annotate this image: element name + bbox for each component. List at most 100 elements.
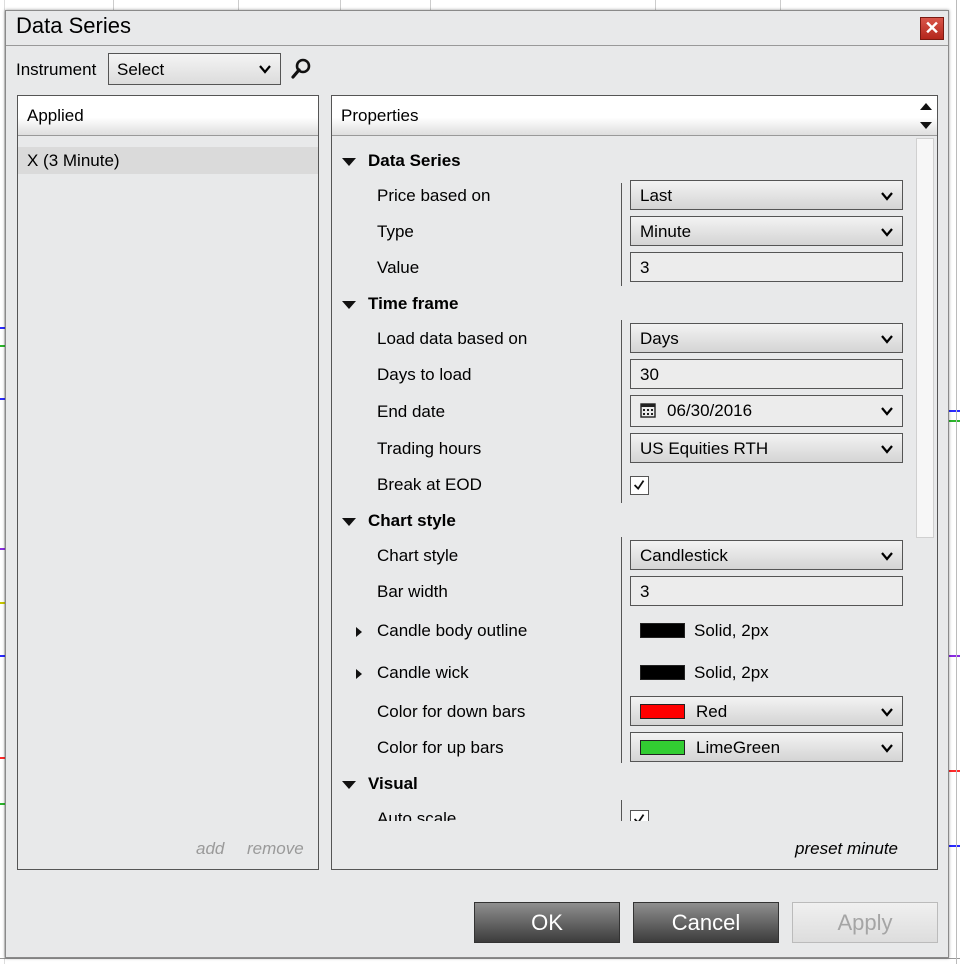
- chevron-down-icon: [881, 744, 893, 753]
- search-icon[interactable]: [290, 58, 312, 80]
- checkmark-icon: [633, 814, 645, 821]
- dropdown-value: US Equities RTH: [640, 439, 769, 458]
- chevron-down-icon: [881, 708, 893, 717]
- prop-label-value: Value: [377, 258, 420, 277]
- applied-item-label: X (3 Minute): [27, 151, 120, 170]
- prop-label-auto-scale: Auto scale: [377, 809, 457, 821]
- add-link[interactable]: add: [196, 839, 224, 859]
- prop-label-type: Type: [377, 222, 414, 241]
- instrument-select[interactable]: Select: [108, 53, 281, 85]
- chevron-down-icon: [881, 407, 893, 416]
- color-up-bars-dropdown[interactable]: LimeGreen: [630, 732, 903, 762]
- stroke-value[interactable]: Solid, 2px: [694, 621, 769, 641]
- category-label: Chart style: [368, 511, 456, 530]
- column-divider: [621, 800, 622, 821]
- column-divider: [621, 320, 622, 503]
- load-data-based-on-dropdown[interactable]: Days: [630, 323, 903, 353]
- dropdown-value: Minute: [640, 222, 692, 241]
- dropdown-value: Last: [640, 186, 673, 205]
- color-swatch: [640, 704, 685, 719]
- collapsed-triangle-icon[interactable]: [354, 626, 364, 638]
- chart-series-line: [949, 655, 960, 657]
- title-bar[interactable]: Data Series ✕: [6, 11, 948, 45]
- input-value: 30: [640, 365, 659, 384]
- color-swatch: [640, 740, 685, 755]
- instrument-label: Instrument: [16, 60, 97, 79]
- prop-label-candle-body-outline: Candle body outline: [377, 621, 528, 640]
- chart-gridline: [113, 0, 114, 10]
- expanded-triangle-icon: [342, 781, 356, 789]
- prop-label-chart-style: Chart style: [377, 546, 459, 565]
- dropdown-value: Days: [640, 329, 679, 348]
- vertical-scrollbar[interactable]: [915, 138, 935, 868]
- remove-link[interactable]: remove: [247, 839, 304, 859]
- prop-label-load-data-based-on: Load data based on: [377, 329, 528, 348]
- dropdown-value: Red: [696, 702, 728, 721]
- chevron-down-icon: [881, 552, 893, 561]
- prop-label-bar-width: Bar width: [377, 582, 448, 601]
- column-divider: [621, 537, 622, 763]
- apply-button[interactable]: Apply: [792, 902, 938, 943]
- calendar-icon: [640, 403, 656, 418]
- cancel-button[interactable]: Cancel: [633, 902, 779, 943]
- category-label: Time frame: [368, 294, 459, 313]
- chevron-down-icon: [881, 228, 893, 237]
- checkmark-icon: [633, 480, 645, 491]
- prop-label-break-at-eod: Break at EOD: [377, 475, 482, 494]
- chart-gridline: [956, 0, 957, 964]
- price-based-on-dropdown[interactable]: Last: [630, 180, 903, 210]
- category-label: Visual: [368, 774, 418, 793]
- stroke-value[interactable]: Solid, 2px: [694, 663, 769, 683]
- prop-label-color-up-bars: Color for up bars: [377, 738, 504, 757]
- column-divider: [621, 183, 622, 286]
- scroll-up-icon: [920, 103, 932, 110]
- color-down-bars-dropdown[interactable]: Red: [630, 696, 903, 726]
- dialog-title: Data Series: [16, 13, 131, 38]
- preset-link[interactable]: preset minute: [795, 839, 898, 859]
- dropdown-value: Candlestick: [640, 546, 728, 565]
- type-dropdown[interactable]: Minute: [630, 216, 903, 246]
- scroll-down-icon: [920, 122, 932, 129]
- chart-gridline: [238, 0, 239, 10]
- expanded-triangle-icon: [342, 301, 356, 309]
- value-input[interactable]: 3: [630, 252, 903, 282]
- dropdown-value: LimeGreen: [696, 738, 781, 757]
- chart-gridline: [0, 958, 960, 959]
- prop-label-color-down-bars: Color for down bars: [377, 702, 526, 721]
- expanded-triangle-icon: [342, 158, 356, 166]
- applied-header: Applied: [18, 96, 318, 136]
- days-to-load-input[interactable]: 30: [630, 359, 903, 389]
- trading-hours-dropdown[interactable]: US Equities RTH: [630, 433, 903, 463]
- close-button[interactable]: ✕: [920, 17, 944, 40]
- prop-label-candle-wick: Candle wick: [377, 663, 469, 682]
- chart-series-line: [949, 420, 960, 422]
- scroll-arrows[interactable]: [917, 98, 935, 134]
- property-grid: Data Series Price based on Last Type Min…: [332, 137, 914, 821]
- applied-list-item[interactable]: X (3 Minute): [18, 147, 318, 174]
- expanded-triangle-icon: [342, 518, 356, 526]
- bar-width-input[interactable]: 3: [630, 576, 903, 606]
- chart-series-line: [949, 845, 960, 847]
- auto-scale-checkbox[interactable]: [630, 810, 649, 821]
- chevron-down-icon: [259, 65, 271, 74]
- collapsed-triangle-icon[interactable]: [354, 668, 364, 680]
- applied-panel: Applied X (3 Minute) add remove: [17, 95, 319, 870]
- title-divider: [6, 45, 948, 46]
- prop-label-end-date: End date: [377, 402, 446, 421]
- input-value: 3: [640, 582, 650, 601]
- chart-gridline: [780, 0, 781, 10]
- chart-series-line: [949, 770, 960, 772]
- break-at-eod-checkbox[interactable]: [630, 476, 649, 495]
- chevron-down-icon: [881, 192, 893, 201]
- chart-gridline: [655, 0, 656, 10]
- category-label: Data Series: [368, 151, 461, 170]
- prop-label-trading-hours: Trading hours: [377, 439, 482, 458]
- instrument-select-value: Select: [117, 60, 165, 79]
- chart-style-dropdown[interactable]: Candlestick: [630, 540, 903, 570]
- end-date-picker[interactable]: 06/30/2016: [630, 395, 903, 427]
- ok-button[interactable]: OK: [474, 902, 620, 943]
- scrollbar-thumb[interactable]: [916, 138, 934, 538]
- applied-header-label: Applied: [27, 106, 84, 125]
- prop-label-days-to-load: Days to load: [377, 365, 472, 384]
- properties-header: Properties: [332, 96, 937, 136]
